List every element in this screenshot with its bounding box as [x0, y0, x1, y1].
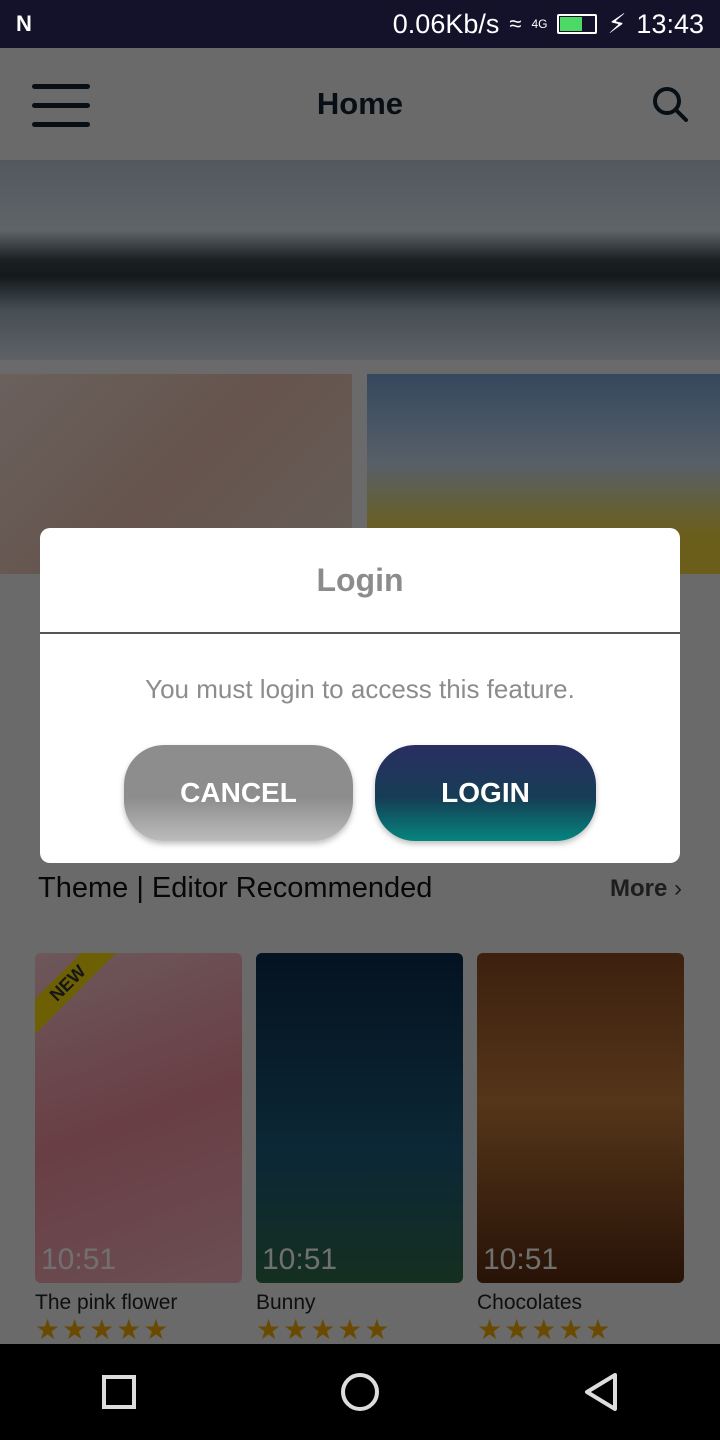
net-speed: 0.06Kb/s [392, 8, 500, 39]
battery-icon [557, 14, 598, 34]
clock: 13:43 [636, 8, 704, 39]
new-badge: NEW [35, 953, 120, 1036]
nav-bar [0, 1344, 720, 1440]
cancel-button[interactable]: CANCEL [124, 745, 353, 841]
theme-card[interactable]: 10:51 Bunny ★★★★★ [256, 953, 463, 1345]
theme-card[interactable]: 10:51 Chocolates ★★★★★ [477, 953, 684, 1345]
dialog-message: You must login to access this feature. [145, 674, 575, 704]
n-icon: N [16, 11, 32, 36]
section-title: Theme | Editor Recommended [38, 872, 433, 904]
star-rating: ★★★★★ [256, 1314, 392, 1345]
section-header: Theme | Editor Recommended More › [38, 872, 682, 905]
search-icon[interactable] [652, 86, 688, 122]
theme-card[interactable]: NEW 10:51 The pink flower ★★★★★ [35, 953, 242, 1345]
clock-preview: 10:51 [262, 1243, 338, 1276]
clock-preview: 10:51 [483, 1243, 559, 1276]
banner-image[interactable] [0, 160, 720, 360]
login-dialog: Login You must login to access this feat… [40, 528, 680, 863]
back-icon[interactable] [583, 1372, 619, 1412]
recents-icon[interactable] [101, 1374, 137, 1410]
wifi-icon: ≈ [509, 11, 522, 36]
star-rating: ★★★★★ [35, 1314, 171, 1345]
theme-thumbnail: NEW 10:51 [35, 953, 242, 1283]
theme-name: The pink flower [35, 1291, 178, 1314]
charging-icon: ⚡︎ [607, 8, 627, 39]
clock-preview: 10:51 [41, 1243, 117, 1276]
theme-thumbnail: 10:51 [256, 953, 463, 1283]
status-bar: N 0.06Kb/s ≈ 4G ⚡︎ 13:43 [0, 0, 720, 48]
signal-icon: 4G [531, 17, 548, 31]
chevron-right-icon: › [674, 874, 682, 902]
star-rating: ★★★★★ [477, 1314, 613, 1345]
login-button[interactable]: LOGIN [375, 745, 596, 841]
more-link[interactable]: More › [610, 875, 682, 903]
menu-icon[interactable] [32, 84, 90, 141]
home-icon[interactable] [340, 1372, 380, 1412]
page-title: Home [316, 86, 404, 121]
dialog-title: Login [40, 528, 680, 634]
theme-name: Chocolates [477, 1291, 583, 1314]
more-label: More [609, 874, 668, 902]
theme-list: NEW 10:51 The pink flower ★★★★★ 10:51 Bu… [35, 953, 684, 1345]
theme-thumbnail: 10:51 [477, 953, 684, 1283]
app-bar: Home [0, 48, 720, 160]
theme-name: Bunny [256, 1291, 316, 1314]
